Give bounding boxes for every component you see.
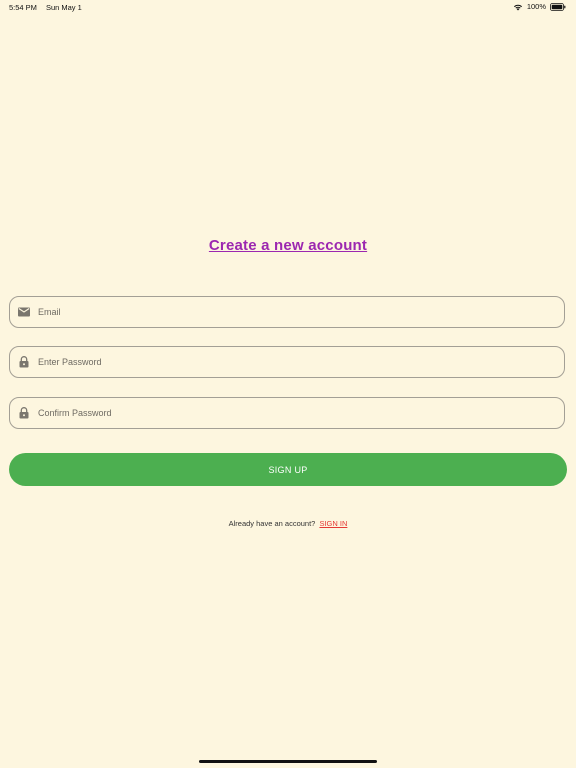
password-field[interactable] [9,346,565,378]
home-indicator[interactable] [199,760,377,763]
wifi-icon [513,3,523,11]
status-date: Sun May 1 [45,3,82,12]
status-bar: 5:54 PM Sun May 1 100% [0,0,576,14]
sign-in-prompt: Already have an account? SIGN IN [0,519,576,528]
confirm-password-input[interactable] [38,398,564,428]
lock-icon [17,356,30,369]
battery-percent: 100% [526,2,546,11]
sign-up-button[interactable]: SIGN UP [9,453,567,486]
status-time: 5:54 PM [9,3,37,12]
sign-in-link[interactable]: SIGN IN [319,519,347,528]
battery-icon [550,2,566,11]
mail-icon [17,306,30,319]
sign-in-prompt-text: Already have an account? [228,519,316,528]
email-field[interactable] [9,296,565,328]
email-input[interactable] [38,297,564,327]
password-input[interactable] [38,347,564,377]
lock-icon [17,407,30,420]
confirm-password-field[interactable] [9,397,565,429]
page-title[interactable]: Create a new account [0,237,576,254]
